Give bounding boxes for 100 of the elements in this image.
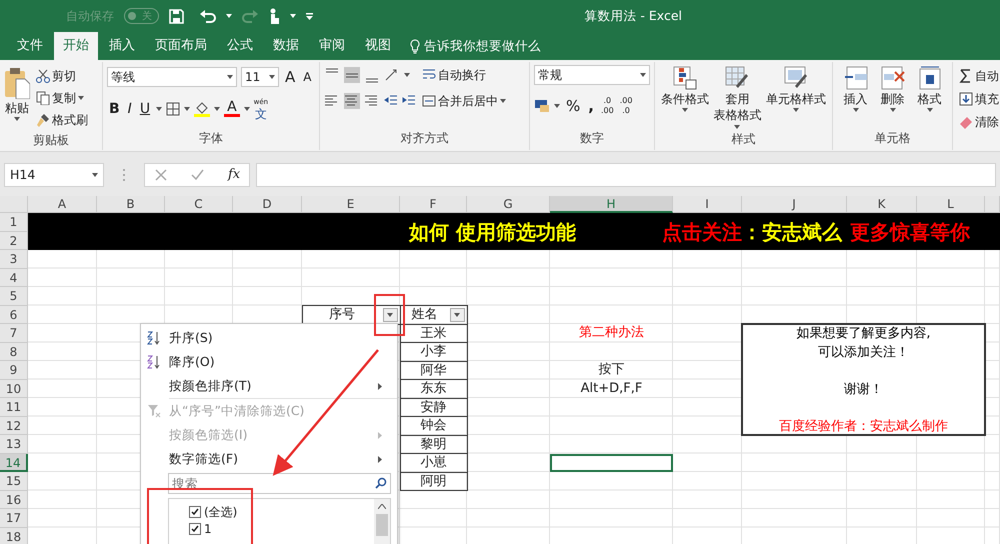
ribbon-tab[interactable]: 数据: [264, 32, 308, 60]
format-painter-button[interactable]: 格式刷: [34, 109, 90, 131]
paste-button[interactable]: 粘贴: [4, 65, 30, 131]
font-size-field[interactable]: 11: [241, 67, 279, 88]
column-header[interactable]: G: [467, 196, 550, 213]
delete-cells-button[interactable]: 删除: [878, 65, 908, 114]
save-icon[interactable]: [169, 8, 184, 24]
column-header[interactable]: E: [302, 196, 400, 213]
italic-button[interactable]: I: [126, 98, 134, 120]
note-text: 谢谢！: [843, 380, 884, 398]
column-header[interactable]: I: [673, 196, 742, 213]
insert-cells-button[interactable]: 插入: [840, 65, 870, 114]
menu-item[interactable]: 按颜色排序(T): [141, 374, 397, 398]
conditional-format-button[interactable]: 条件格式: [659, 65, 712, 130]
row-header[interactable]: 16: [0, 490, 28, 509]
banner-text: 更多惊喜等你: [850, 218, 970, 246]
ribbon-tab[interactable]: 视图: [356, 32, 400, 60]
merge-center-button[interactable]: 合并后居中: [420, 91, 508, 111]
caret-icon: [926, 108, 932, 112]
customize-icon[interactable]: [306, 12, 313, 20]
ribbon-tab[interactable]: 页面布局: [146, 32, 216, 60]
percent-button[interactable]: %: [564, 94, 582, 118]
copy-button[interactable]: 复制: [34, 87, 90, 109]
row-header[interactable]: 5: [0, 287, 28, 306]
scrollbar[interactable]: [374, 499, 390, 544]
submenu-arrow-icon: [378, 382, 382, 390]
row-header[interactable]: 14: [0, 454, 28, 472]
row-header[interactable]: 6: [0, 306, 28, 324]
row-header[interactable]: 15: [0, 472, 28, 490]
ribbon-tab[interactable]: 审阅: [310, 32, 354, 60]
menu-item[interactable]: 降序(O): [141, 350, 397, 374]
checkbox[interactable]: [189, 506, 201, 518]
insert-function-button[interactable]: fx: [228, 165, 240, 185]
column-header[interactable]: B: [97, 196, 165, 213]
table-format-button[interactable]: 套用 表格格式: [711, 65, 764, 130]
column-header[interactable]: D: [233, 196, 302, 213]
menu-item[interactable]: 数字筛选(F): [141, 447, 397, 471]
grow-font-button[interactable]: A: [283, 65, 298, 90]
row-header[interactable]: 1: [0, 213, 28, 232]
column-header[interactable]: K: [847, 196, 917, 213]
delete-cells-icon: [880, 66, 906, 90]
row-header[interactable]: 11: [0, 398, 28, 416]
column-header[interactable]: A: [28, 196, 97, 213]
decrease-decimal-button[interactable]: .00 .0: [618, 97, 634, 116]
row-header[interactable]: 12: [0, 416, 28, 435]
ribbon-tab[interactable]: 插入: [100, 32, 144, 60]
comma-button[interactable]: ,: [586, 94, 596, 118]
row-header[interactable]: 7: [0, 324, 28, 342]
name-box[interactable]: H14: [4, 163, 104, 187]
increase-decimal-button[interactable]: .0 .00: [600, 97, 615, 116]
fill-color-icon[interactable]: [194, 101, 210, 117]
ribbon-tab[interactable]: 公式: [218, 32, 262, 60]
checkbox[interactable]: [189, 522, 201, 534]
sum-button[interactable]: 自动: [957, 65, 1000, 87]
font-name-field[interactable]: 等线: [107, 67, 237, 88]
tell-me-search[interactable]: 告诉我你想要做什么: [424, 36, 541, 56]
row-header[interactable]: 9: [0, 361, 28, 380]
currency-icon[interactable]: [534, 99, 550, 114]
row-header[interactable]: 13: [0, 435, 28, 454]
check-icon: [191, 508, 199, 516]
row-header[interactable]: 18: [0, 528, 28, 544]
align-middle-icon[interactable]: [344, 67, 360, 83]
ribbon-tab[interactable]: 文件: [8, 32, 52, 60]
row-header[interactable]: 17: [0, 509, 28, 528]
underline-button[interactable]: U: [138, 98, 152, 120]
group-label: 样式: [732, 132, 756, 146]
shrink-font-button[interactable]: A: [301, 67, 314, 88]
selected-cell[interactable]: [550, 454, 673, 472]
bold-button[interactable]: B: [107, 98, 122, 120]
insert-cells-icon: [842, 66, 868, 90]
align-center-icon[interactable]: [344, 93, 360, 109]
column-header[interactable]: J: [742, 196, 847, 213]
formula-input[interactable]: [256, 163, 996, 187]
ribbon-tab[interactable]: 开始: [54, 32, 98, 60]
cell-text: 小崽: [420, 455, 446, 470]
undo-icon[interactable]: [200, 9, 216, 23]
scissors-icon: [36, 69, 50, 83]
font-color-button[interactable]: A: [224, 101, 240, 117]
cell-style-button[interactable]: 单元格样式: [764, 65, 828, 130]
menu-item[interactable]: 升序(S): [141, 326, 397, 350]
row-header[interactable]: 10: [0, 380, 28, 398]
fill-down-button[interactable]: 填充: [957, 88, 1000, 110]
row-header[interactable]: 8: [0, 342, 28, 361]
submenu-arrow-icon: [378, 432, 382, 438]
borders-icon[interactable]: [166, 102, 180, 116]
row-header[interactable]: 3: [0, 250, 28, 268]
filter-dropdown-button[interactable]: [450, 308, 464, 322]
row-header[interactable]: 2: [0, 232, 28, 250]
column-header[interactable]: F: [400, 196, 467, 213]
cut-button[interactable]: 剪切: [34, 65, 90, 87]
number-format-field[interactable]: 常规: [534, 65, 650, 85]
format-cells-button[interactable]: 格式: [914, 65, 944, 114]
filter-dropdown-button[interactable]: [382, 308, 398, 322]
row-header[interactable]: 4: [0, 268, 28, 287]
column-header[interactable]: H: [550, 196, 673, 213]
column-header[interactable]: L: [917, 196, 985, 213]
search-icon: [375, 477, 387, 489]
wrap-text-button[interactable]: 自动换行: [420, 65, 488, 85]
eraser-button[interactable]: 清除: [957, 111, 1000, 133]
column-header[interactable]: C: [165, 196, 233, 213]
